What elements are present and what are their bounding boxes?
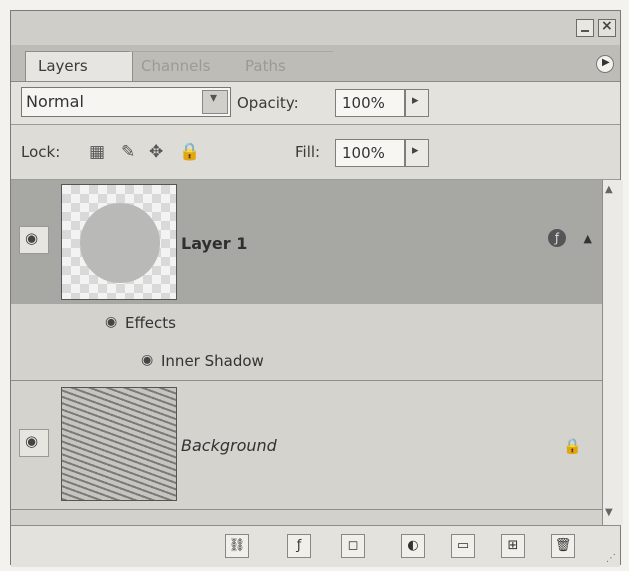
lock-image-pixels-icon[interactable]: ✎ <box>121 142 135 162</box>
layer-thumbnail <box>61 184 177 300</box>
effects-row[interactable]: ◉ Effects <box>11 304 602 343</box>
layer-effects-icon[interactable]: ƒ <box>548 229 566 247</box>
link-icon[interactable]: ⛓ <box>225 534 249 558</box>
screenshot-frame: × Layers Channels Paths ▶ Normal ▾ Opaci… <box>0 0 629 571</box>
blend-opacity-row: Normal ▾ Opacity: 100% ▸ <box>11 82 620 125</box>
inner-shadow-label: Inner Shadow <box>161 352 264 370</box>
scroll-up-icon[interactable]: ▲ <box>605 184 621 198</box>
expand-effects-icon[interactable]: ▲ <box>584 232 592 245</box>
folder-icon[interactable]: ▭ <box>451 534 475 558</box>
close-button[interactable]: × <box>598 18 616 37</box>
layers-list: ◉ Layer 1 ƒ ▲ ◉ Effects ◉ Inner Shadow ◉… <box>11 180 602 525</box>
layer-style-icon[interactable]: ƒ <box>287 534 311 558</box>
tab-paths[interactable]: Paths <box>233 51 333 81</box>
trash-icon[interactable]: 🗑 <box>551 534 575 558</box>
lock-icon: 🔒 <box>563 437 582 455</box>
layer-name: Background <box>181 436 277 455</box>
blend-mode-select[interactable]: Normal ▾ <box>21 87 231 117</box>
tab-layers[interactable]: Layers <box>25 51 133 81</box>
layer-row-layer-1[interactable]: ◉ Layer 1 ƒ ▲ <box>11 180 602 304</box>
circle-shape <box>80 203 160 283</box>
opacity-field[interactable]: 100% <box>335 89 405 117</box>
panel-titlebar: × <box>11 11 620 45</box>
layers-scrollbar[interactable]: ▲ ▼ <box>602 180 623 525</box>
effects-eye-icon[interactable]: ◉ <box>105 314 117 330</box>
layers-bottom-toolbar: ⛓ ƒ ◻ ◐ ▭ ⊞ 🗑 ⋰ <box>11 525 620 567</box>
resize-grip-icon[interactable]: ⋰ <box>606 553 616 564</box>
mask-icon[interactable]: ◻ <box>341 534 365 558</box>
panel-menu-button[interactable]: ▶ <box>596 55 614 73</box>
new-layer-icon[interactable]: ⊞ <box>501 534 525 558</box>
inner-shadow-eye-icon[interactable]: ◉ <box>141 352 153 368</box>
blend-mode-value: Normal <box>26 92 84 111</box>
lock-all-icon[interactable]: 🔒 <box>179 142 200 162</box>
opacity-label: Opacity: <box>237 94 299 112</box>
lock-label: Lock: <box>21 143 61 161</box>
lock-position-icon[interactable]: ✥ <box>149 142 163 162</box>
lock-transparent-pixels-icon[interactable]: ▦ <box>89 142 105 162</box>
visibility-eye-icon[interactable]: ◉ <box>19 429 49 457</box>
chevron-down-icon[interactable]: ▾ <box>202 90 228 114</box>
minimize-button[interactable] <box>576 19 594 37</box>
layers-panel: × Layers Channels Paths ▶ Normal ▾ Opaci… <box>10 10 623 567</box>
inner-shadow-row[interactable]: ◉ Inner Shadow <box>11 342 602 381</box>
layer-row-background[interactable]: ◉ Background 🔒 <box>11 381 602 510</box>
fill-field[interactable]: 100% <box>335 139 405 167</box>
scroll-down-icon[interactable]: ▼ <box>605 507 621 521</box>
opacity-arrow-button[interactable]: ▸ <box>405 89 429 117</box>
visibility-eye-icon[interactable]: ◉ <box>19 226 49 254</box>
effects-label: Effects <box>125 314 176 332</box>
layer-name: Layer 1 <box>181 234 248 253</box>
background-thumbnail <box>61 387 177 501</box>
fill-arrow-button[interactable]: ▸ <box>405 139 429 167</box>
panel-tabs: Layers Channels Paths ▶ <box>11 45 620 82</box>
fill-label: Fill: <box>295 143 321 161</box>
lock-fill-row: Lock: ▦ ✎ ✥ 🔒 Fill: 100% ▸ <box>11 125 620 180</box>
adjustment-icon[interactable]: ◐ <box>401 534 425 558</box>
tab-channels[interactable]: Channels <box>129 51 239 81</box>
